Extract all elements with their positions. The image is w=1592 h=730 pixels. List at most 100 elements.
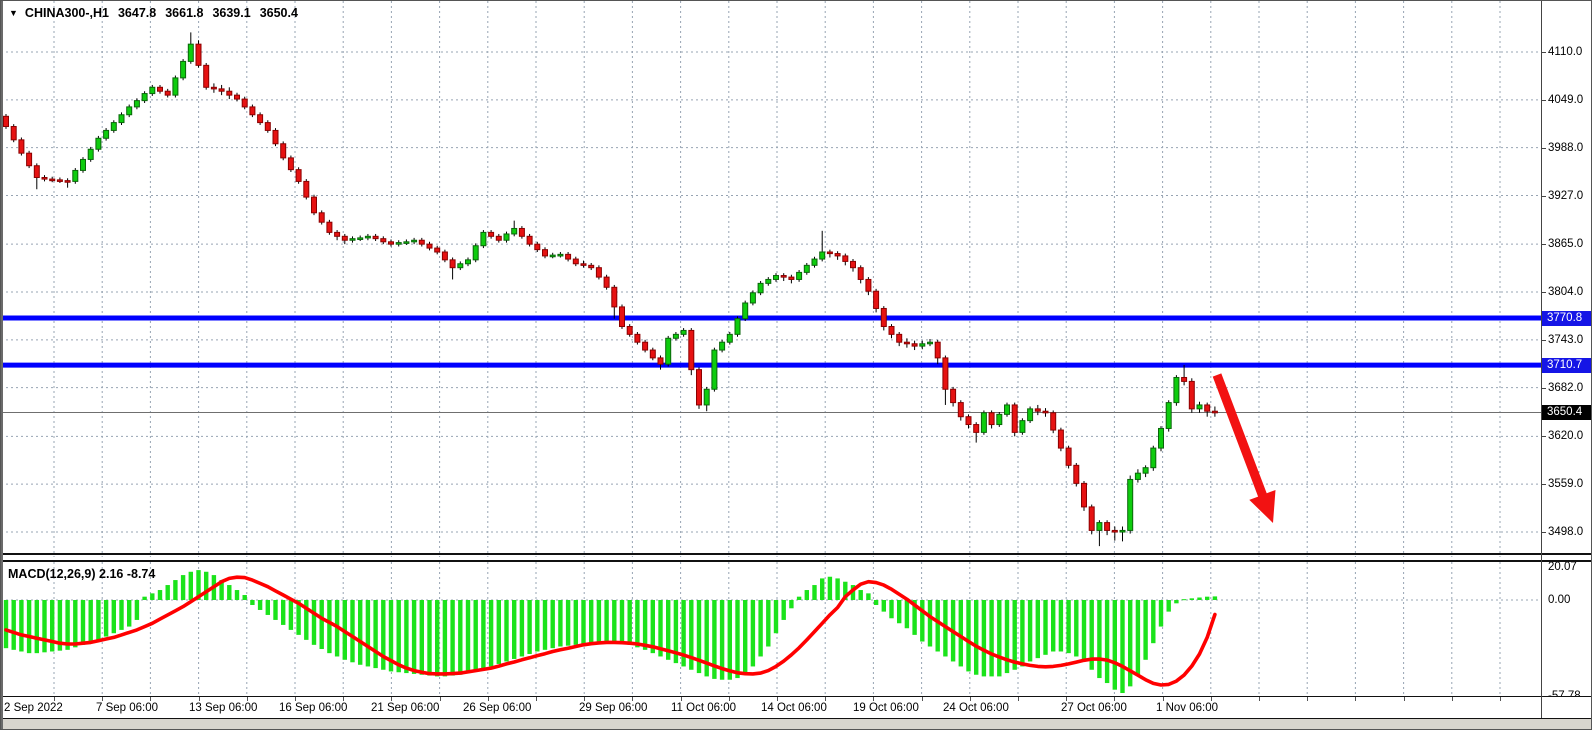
macd-histogram-bar [458,600,462,675]
macd-histogram-bar [327,600,331,653]
candle [319,210,324,224]
time-axis-tick [1259,697,1260,701]
time-axis-label: 27 Oct 06:00 [1061,702,1127,714]
candle [65,178,70,187]
candle [1120,527,1125,542]
macd-histogram-bar [12,600,16,650]
chart-title: ▼CHINA300-,H13647.83661.83639.13650.4 [9,6,298,20]
macd-histogram-bar [27,600,31,653]
macd-histogram-bar [897,600,901,623]
candle [743,301,748,321]
macd-pane-bottom-border [1,696,1592,697]
macd-histogram-bar [73,600,77,647]
price-axis-tick [1542,196,1546,197]
macd-indicator-canvas[interactable] [1,562,1541,697]
macd-histogram-bar [1059,600,1063,651]
symbol-dropdown-icon[interactable]: ▼ [9,8,18,18]
macd-histogram-bar [1190,598,1194,600]
candle [381,236,386,244]
ohlc-high-value: 3661.8 [165,6,203,20]
macd-histogram-bar [250,600,254,605]
candle [681,328,686,337]
price-axis-tick [1542,244,1546,245]
time-axis-tick [247,697,248,701]
price-chart-canvas[interactable] [1,1,1541,557]
candle [974,422,979,442]
macd-histogram-layer [4,570,1217,693]
macd-histogram-bar [1066,600,1070,653]
macd-histogram-bar [1105,600,1109,683]
time-axis-label: 7 Sep 06:00 [96,702,158,714]
candle [820,231,825,262]
candle [951,387,956,407]
macd-histogram-bar [782,600,786,620]
macd-histogram-bar [166,585,170,600]
time-axis-tick [1163,697,1164,701]
candle [666,336,671,367]
macd-histogram-bar [427,600,431,676]
candle [735,316,740,336]
candle [897,332,902,346]
price-axis-label: 4110.0 [1548,46,1582,59]
candle [720,340,725,353]
candle [1035,405,1040,415]
macd-histogram-bar [466,600,470,673]
macd-histogram-bar [558,600,562,647]
candle [566,252,571,261]
trend-arrow[interactable] [1213,373,1276,523]
macd-histogram-bar [1074,600,1078,656]
candle [450,257,455,279]
macd-histogram-bar [412,600,416,674]
candle [496,234,501,243]
macd-histogram-bar [1159,600,1163,627]
candle [1066,446,1071,469]
macd-histogram-bar [743,600,747,673]
macd-histogram-bar [728,600,732,680]
time-axis-tick [1355,697,1356,701]
candle [943,356,948,405]
macd-histogram-bar [497,600,501,664]
macd-histogram-bar [281,600,285,625]
candle [335,230,340,240]
candle [789,275,794,284]
candle [958,400,963,420]
candle [689,328,694,375]
candle [312,195,317,215]
candle [1174,375,1179,406]
macd-histogram-bar [612,600,616,642]
macd-histogram-bar [1213,596,1217,600]
candle [812,257,817,268]
price-axis-tick [1542,436,1546,437]
pane-separator-bottom-line[interactable] [1,560,1592,562]
candle [350,236,355,242]
candle [643,340,648,353]
level-price-badge: 3710.7 [1542,358,1592,373]
candle [389,239,394,246]
price-axis-label: 3804.0 [1548,286,1583,299]
candle [27,151,32,168]
candle [881,306,886,330]
price-axis-label: 3682.0 [1548,382,1583,395]
time-axis-label: 26 Sep 06:00 [463,702,531,714]
pane-separator-top-line[interactable] [1,553,1592,555]
candle [73,168,78,184]
macd-histogram-bar [135,600,139,620]
candle [1105,520,1110,535]
candle [412,238,417,244]
candle [435,246,440,255]
macd-grid-layer [1,562,1541,697]
macd-histogram-bar [797,597,801,600]
macd-histogram-bar [928,600,932,647]
candle [158,85,163,94]
time-axis-label: 14 Oct 06:00 [761,702,827,714]
candle [4,114,9,129]
candle [673,332,678,341]
candle [904,338,909,347]
time-axis-tick [777,697,778,701]
time-axis-tick [391,697,392,701]
time-axis[interactable]: 2 Sep 20227 Sep 06:0013 Sep 06:0016 Sep … [1,697,1592,719]
macd-histogram-bar [320,600,324,649]
time-axis-tick [343,697,344,701]
macd-histogram-bar [42,600,46,652]
time-axis-label: 2 Sep 2022 [4,702,63,714]
